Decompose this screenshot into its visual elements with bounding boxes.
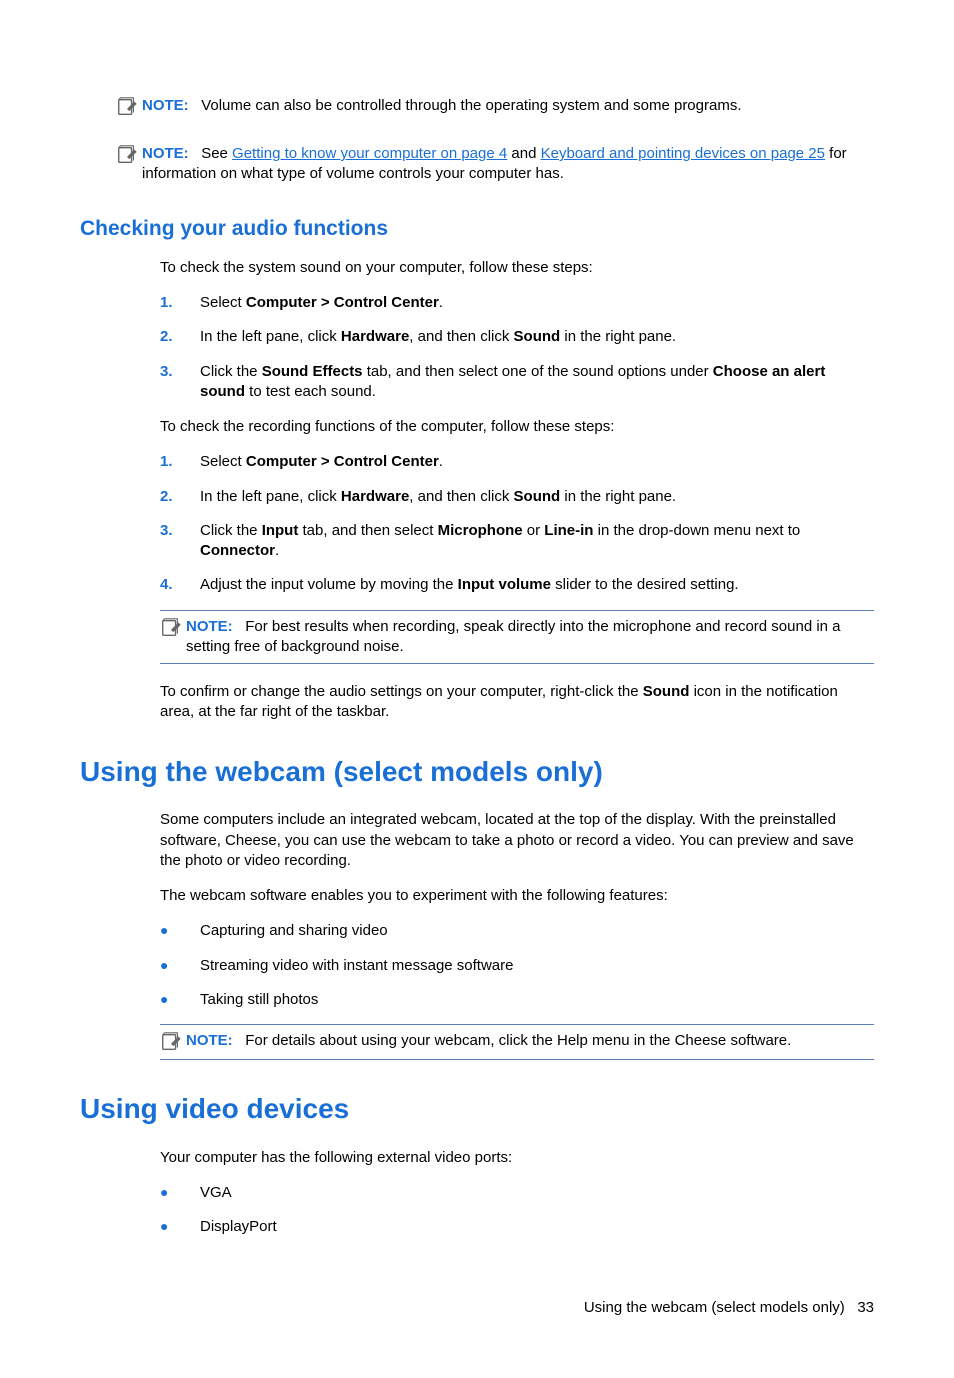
bullet-list: ●Capturing and sharing video ●Streaming … xyxy=(160,921,874,1010)
bullet-icon: ● xyxy=(160,1217,200,1235)
list-item: ●DisplayPort xyxy=(160,1217,874,1237)
cross-ref-link[interactable]: Getting to know your computer on page 4 xyxy=(232,145,507,162)
note-block: NOTE: For details about using your webca… xyxy=(160,1024,874,1060)
note-text: NOTE: For best results when recording, s… xyxy=(186,617,874,658)
note-text: NOTE: For details about using your webca… xyxy=(186,1031,874,1051)
note-label: NOTE: xyxy=(142,97,189,114)
cross-ref-link[interactable]: Keyboard and pointing devices on page 25 xyxy=(541,145,825,162)
footer-text: Using the webcam (select models only) xyxy=(584,1299,845,1316)
list-number: 2. xyxy=(160,327,200,347)
note-block: NOTE: For best results when recording, s… xyxy=(160,610,874,665)
list-number: 4. xyxy=(160,575,200,595)
note-block: NOTE: See Getting to know your computer … xyxy=(116,138,874,191)
paragraph: To check the system sound on your comput… xyxy=(160,258,874,278)
list-item: 3. Click the Sound Effects tab, and then… xyxy=(160,362,874,403)
list-item: ●VGA xyxy=(160,1183,874,1203)
list-item: 3. Click the Input tab, and then select … xyxy=(160,521,874,562)
list-number: 1. xyxy=(160,452,200,472)
list-item: ●Taking still photos xyxy=(160,990,874,1010)
list-item: 2. In the left pane, click Hardware, and… xyxy=(160,327,874,347)
list-item: 2. In the left pane, click Hardware, and… xyxy=(160,487,874,507)
ordered-list: 1. Select Computer > Control Center. 2. … xyxy=(160,452,874,595)
list-item: 4. Adjust the input volume by moving the… xyxy=(160,575,874,595)
list-number: 3. xyxy=(160,362,200,382)
list-number: 1. xyxy=(160,293,200,313)
note-icon xyxy=(116,144,138,166)
bullet-icon: ● xyxy=(160,956,200,974)
list-item: ●Capturing and sharing video xyxy=(160,921,874,941)
bullet-icon: ● xyxy=(160,990,200,1008)
bullet-list: ●VGA ●DisplayPort xyxy=(160,1183,874,1238)
note-icon xyxy=(116,96,138,118)
ordered-list: 1. Select Computer > Control Center. 2. … xyxy=(160,293,874,402)
list-item: 1. Select Computer > Control Center. xyxy=(160,452,874,472)
note-block: NOTE: Volume can also be controlled thro… xyxy=(116,90,874,124)
note-text: NOTE: Volume can also be controlled thro… xyxy=(142,96,874,116)
page-number: 33 xyxy=(857,1299,874,1316)
heading-using-webcam: Using the webcam (select models only) xyxy=(80,753,874,791)
list-number: 3. xyxy=(160,521,200,541)
page-footer: Using the webcam (select models only) 33 xyxy=(80,1298,874,1318)
note-icon xyxy=(160,617,182,639)
paragraph: The webcam software enables you to exper… xyxy=(160,886,874,906)
heading-using-video-devices: Using video devices xyxy=(80,1090,874,1128)
paragraph: Some computers include an integrated web… xyxy=(160,810,874,871)
bullet-icon: ● xyxy=(160,1183,200,1201)
paragraph: To check the recording functions of the … xyxy=(160,417,874,437)
paragraph: To confirm or change the audio settings … xyxy=(160,682,874,723)
list-item: 1. Select Computer > Control Center. xyxy=(160,293,874,313)
note-label: NOTE: xyxy=(186,618,233,635)
note-label: NOTE: xyxy=(142,145,189,162)
note-label: NOTE: xyxy=(186,1032,233,1049)
bullet-icon: ● xyxy=(160,921,200,939)
paragraph: Your computer has the following external… xyxy=(160,1148,874,1168)
list-number: 2. xyxy=(160,487,200,507)
note-text: NOTE: See Getting to know your computer … xyxy=(142,144,874,185)
note-icon xyxy=(160,1031,182,1053)
list-item: ●Streaming video with instant message so… xyxy=(160,956,874,976)
heading-checking-audio: Checking your audio functions xyxy=(80,215,874,243)
